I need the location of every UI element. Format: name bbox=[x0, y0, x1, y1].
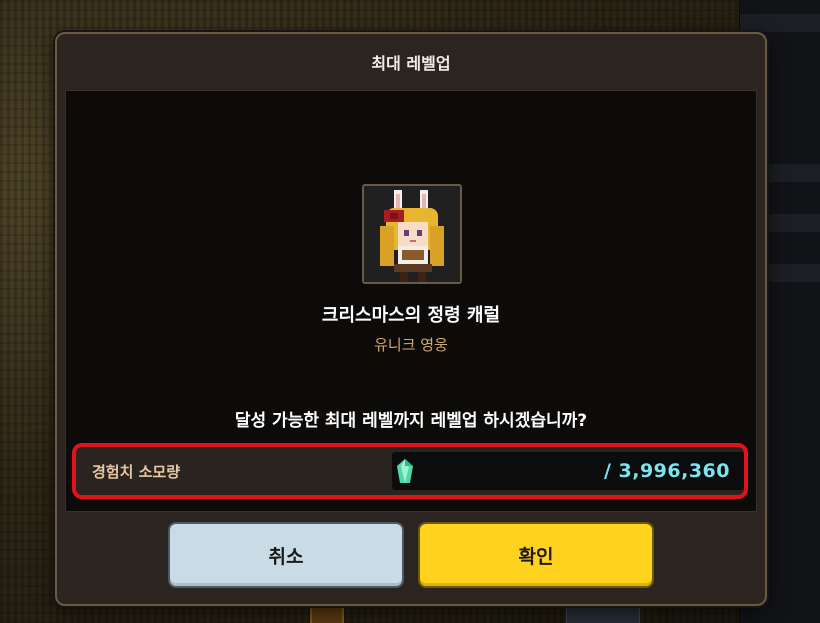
hero-rarity: 유니크 영웅 bbox=[374, 336, 448, 354]
crystal-icon bbox=[397, 459, 413, 483]
confirm-question: 달성 가능한 최대 레벨까지 레벨업 하시겠습니까? bbox=[234, 411, 588, 431]
hero-portrait bbox=[362, 184, 462, 284]
max-levelup-dialog: 최대 레벨업 크리스마스의 정령 캐럴 유니크 영웅 달성 가능한 최대 레벨까… bbox=[55, 32, 767, 606]
game-screen: 최대 레벨업 크리스마스의 정령 캐럴 유니크 영웅 달성 가능한 최대 레벨까… bbox=[0, 0, 820, 623]
hero-avatar-icon bbox=[364, 186, 460, 282]
hero-name: 크리스마스의 정령 캐럴 bbox=[321, 305, 501, 326]
dialog-body: 크리스마스의 정령 캐럴 유니크 영웅 달성 가능한 최대 레벨까지 레벨업 하… bbox=[65, 90, 757, 512]
exp-cost-value: / 3,996,360 bbox=[603, 460, 730, 482]
confirm-button[interactable]: 확인 bbox=[418, 522, 654, 588]
exp-cost-label: 경험치 소모량 bbox=[92, 462, 181, 481]
cancel-button[interactable]: 취소 bbox=[168, 522, 404, 588]
dialog-title: 최대 레벨업 bbox=[371, 54, 451, 73]
exp-cost-row: 경험치 소모량 / 3,996,360 bbox=[72, 443, 748, 499]
exp-cost-box: / 3,996,360 bbox=[392, 452, 744, 490]
